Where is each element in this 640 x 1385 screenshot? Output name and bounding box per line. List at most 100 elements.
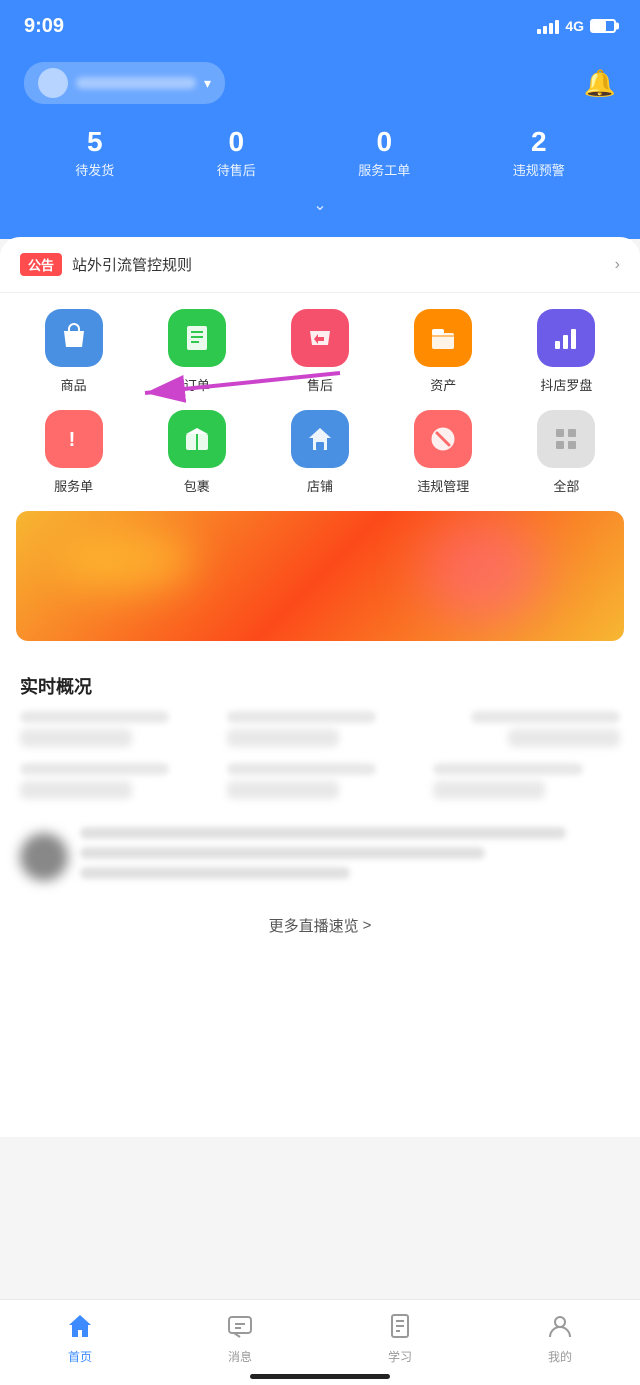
learn-icon [386, 1312, 414, 1344]
store-name [76, 77, 196, 89]
all-icon [537, 410, 595, 468]
menu-item-violation[interactable]: 违规管理 [382, 410, 505, 495]
stat-label-service: 服务工单 [358, 160, 410, 179]
realtime-value-blur-5 [227, 781, 339, 799]
service-label: 服务单 [54, 476, 93, 495]
stat-number-service: 0 [358, 128, 410, 156]
blurred-content [0, 799, 640, 899]
realtime-value-blur-4 [20, 781, 132, 799]
status-icons: 4G [537, 18, 616, 34]
blur-row-1 [20, 815, 620, 899]
menu-item-asset[interactable]: 资产 [382, 309, 505, 394]
realtime-label-blur-5 [227, 763, 376, 775]
realtime-item-3 [433, 711, 620, 747]
nav-item-mine[interactable]: 我的 [546, 1312, 574, 1365]
stat-violation-warning[interactable]: 2 违规预警 [513, 128, 565, 179]
stat-label-aftersale: 待售后 [217, 160, 256, 179]
more-live-text: 更多直播速览 [269, 915, 359, 936]
network-label: 4G [565, 18, 584, 34]
menu-item-order[interactable]: 订单 [135, 309, 258, 394]
store-avatar [38, 68, 68, 98]
package-icon [168, 410, 226, 468]
realtime-item-2 [227, 711, 414, 747]
stat-number-shipment: 5 [75, 128, 114, 156]
realtime-value-blur-6 [433, 781, 545, 799]
realtime-item-6 [433, 763, 620, 799]
menu-item-aftersale[interactable]: 售后 [258, 309, 381, 394]
home-icon [66, 1312, 94, 1344]
realtime-label-blur-2 [227, 711, 376, 723]
all-label: 全部 [553, 476, 579, 495]
header: ▾ 🔔 5 待发货 0 待售后 0 服务工单 2 违规预警 ⌄ [0, 50, 640, 239]
menu-item-shop[interactable]: 店铺 [258, 410, 381, 495]
aftersale-label: 售后 [307, 375, 333, 394]
nav-item-home[interactable]: 首页 [66, 1312, 94, 1365]
store-selector[interactable]: ▾ [24, 62, 225, 104]
menu-item-service[interactable]: ! 服务单 [12, 410, 135, 495]
order-icon [168, 309, 226, 367]
order-label: 订单 [184, 375, 210, 394]
product-label: 商品 [61, 375, 87, 394]
realtime-item-1 [20, 711, 207, 747]
nav-item-message[interactable]: 消息 [226, 1312, 254, 1365]
compass-icon [537, 309, 595, 367]
violation-icon [414, 410, 472, 468]
message-icon [226, 1312, 254, 1344]
bottom-nav: 首页 消息 学习 [0, 1299, 640, 1385]
bell-icon[interactable]: 🔔 [584, 68, 616, 99]
battery-icon [590, 19, 616, 33]
realtime-row2 [0, 747, 640, 799]
nav-item-learn[interactable]: 学习 [386, 1312, 414, 1365]
stat-number-violation: 2 [513, 128, 565, 156]
menu-item-product[interactable]: 商品 [12, 309, 135, 394]
menu-grid-wrapper: 商品 订单 [0, 293, 640, 503]
realtime-value-blur-2 [227, 729, 339, 747]
package-label: 包裹 [184, 476, 210, 495]
realtime-item-4 [20, 763, 207, 799]
asset-label: 资产 [430, 375, 456, 394]
realtime-grid [0, 711, 640, 747]
learn-label: 学习 [388, 1348, 412, 1365]
compass-label: 抖店罗盘 [540, 375, 592, 394]
menu-item-all[interactable]: 全部 [505, 410, 628, 495]
home-indicator [250, 1374, 390, 1379]
shop-icon [291, 410, 349, 468]
realtime-label-blur-4 [20, 763, 169, 775]
menu-item-compass[interactable]: 抖店罗盘 [505, 309, 628, 394]
shop-label: 店铺 [307, 476, 333, 495]
chevron-down-icon: ▾ [204, 75, 211, 92]
stat-label-shipment: 待发货 [75, 160, 114, 179]
realtime-label-blur-6 [433, 763, 582, 775]
realtime-value-blur-1 [20, 729, 132, 747]
announcement-tag: 公告 [20, 253, 62, 276]
main-card: 公告 站外引流管控规则 › 商品 [0, 237, 640, 1137]
home-label: 首页 [68, 1348, 92, 1365]
menu-grid: 商品 订单 [0, 293, 640, 503]
mine-label: 我的 [548, 1348, 572, 1365]
realtime-title: 实时概况 [0, 657, 640, 711]
stat-pending-shipment[interactable]: 5 待发货 [75, 128, 114, 179]
violation-label: 违规管理 [417, 476, 469, 495]
svg-text:!: ! [68, 429, 75, 451]
stat-pending-aftersale[interactable]: 0 待售后 [217, 128, 256, 179]
realtime-label-blur-3 [471, 711, 620, 723]
realtime-label-blur-1 [20, 711, 169, 723]
aftersale-icon [291, 309, 349, 367]
blur-text-1 [80, 827, 620, 887]
asset-icon [414, 309, 472, 367]
status-bar: 9:09 4G [0, 0, 640, 50]
service-icon: ! [45, 410, 103, 468]
signal-icon [537, 18, 559, 34]
expand-arrow-icon[interactable]: ⌄ [24, 195, 616, 219]
announcement-bar[interactable]: 公告 站外引流管控规则 › [0, 237, 640, 293]
more-live-button[interactable]: 更多直播速览 > [0, 899, 640, 952]
realtime-value-blur-3 [508, 729, 620, 747]
blur-avatar-1 [20, 833, 68, 881]
message-label: 消息 [228, 1348, 252, 1365]
stat-service-order[interactable]: 0 服务工单 [358, 128, 410, 179]
promotional-banner[interactable] [16, 511, 624, 641]
announcement-arrow: › [615, 256, 620, 274]
mine-icon [546, 1312, 574, 1344]
menu-item-package[interactable]: 包裹 [135, 410, 258, 495]
announcement-text: 站外引流管控规则 [72, 254, 615, 275]
